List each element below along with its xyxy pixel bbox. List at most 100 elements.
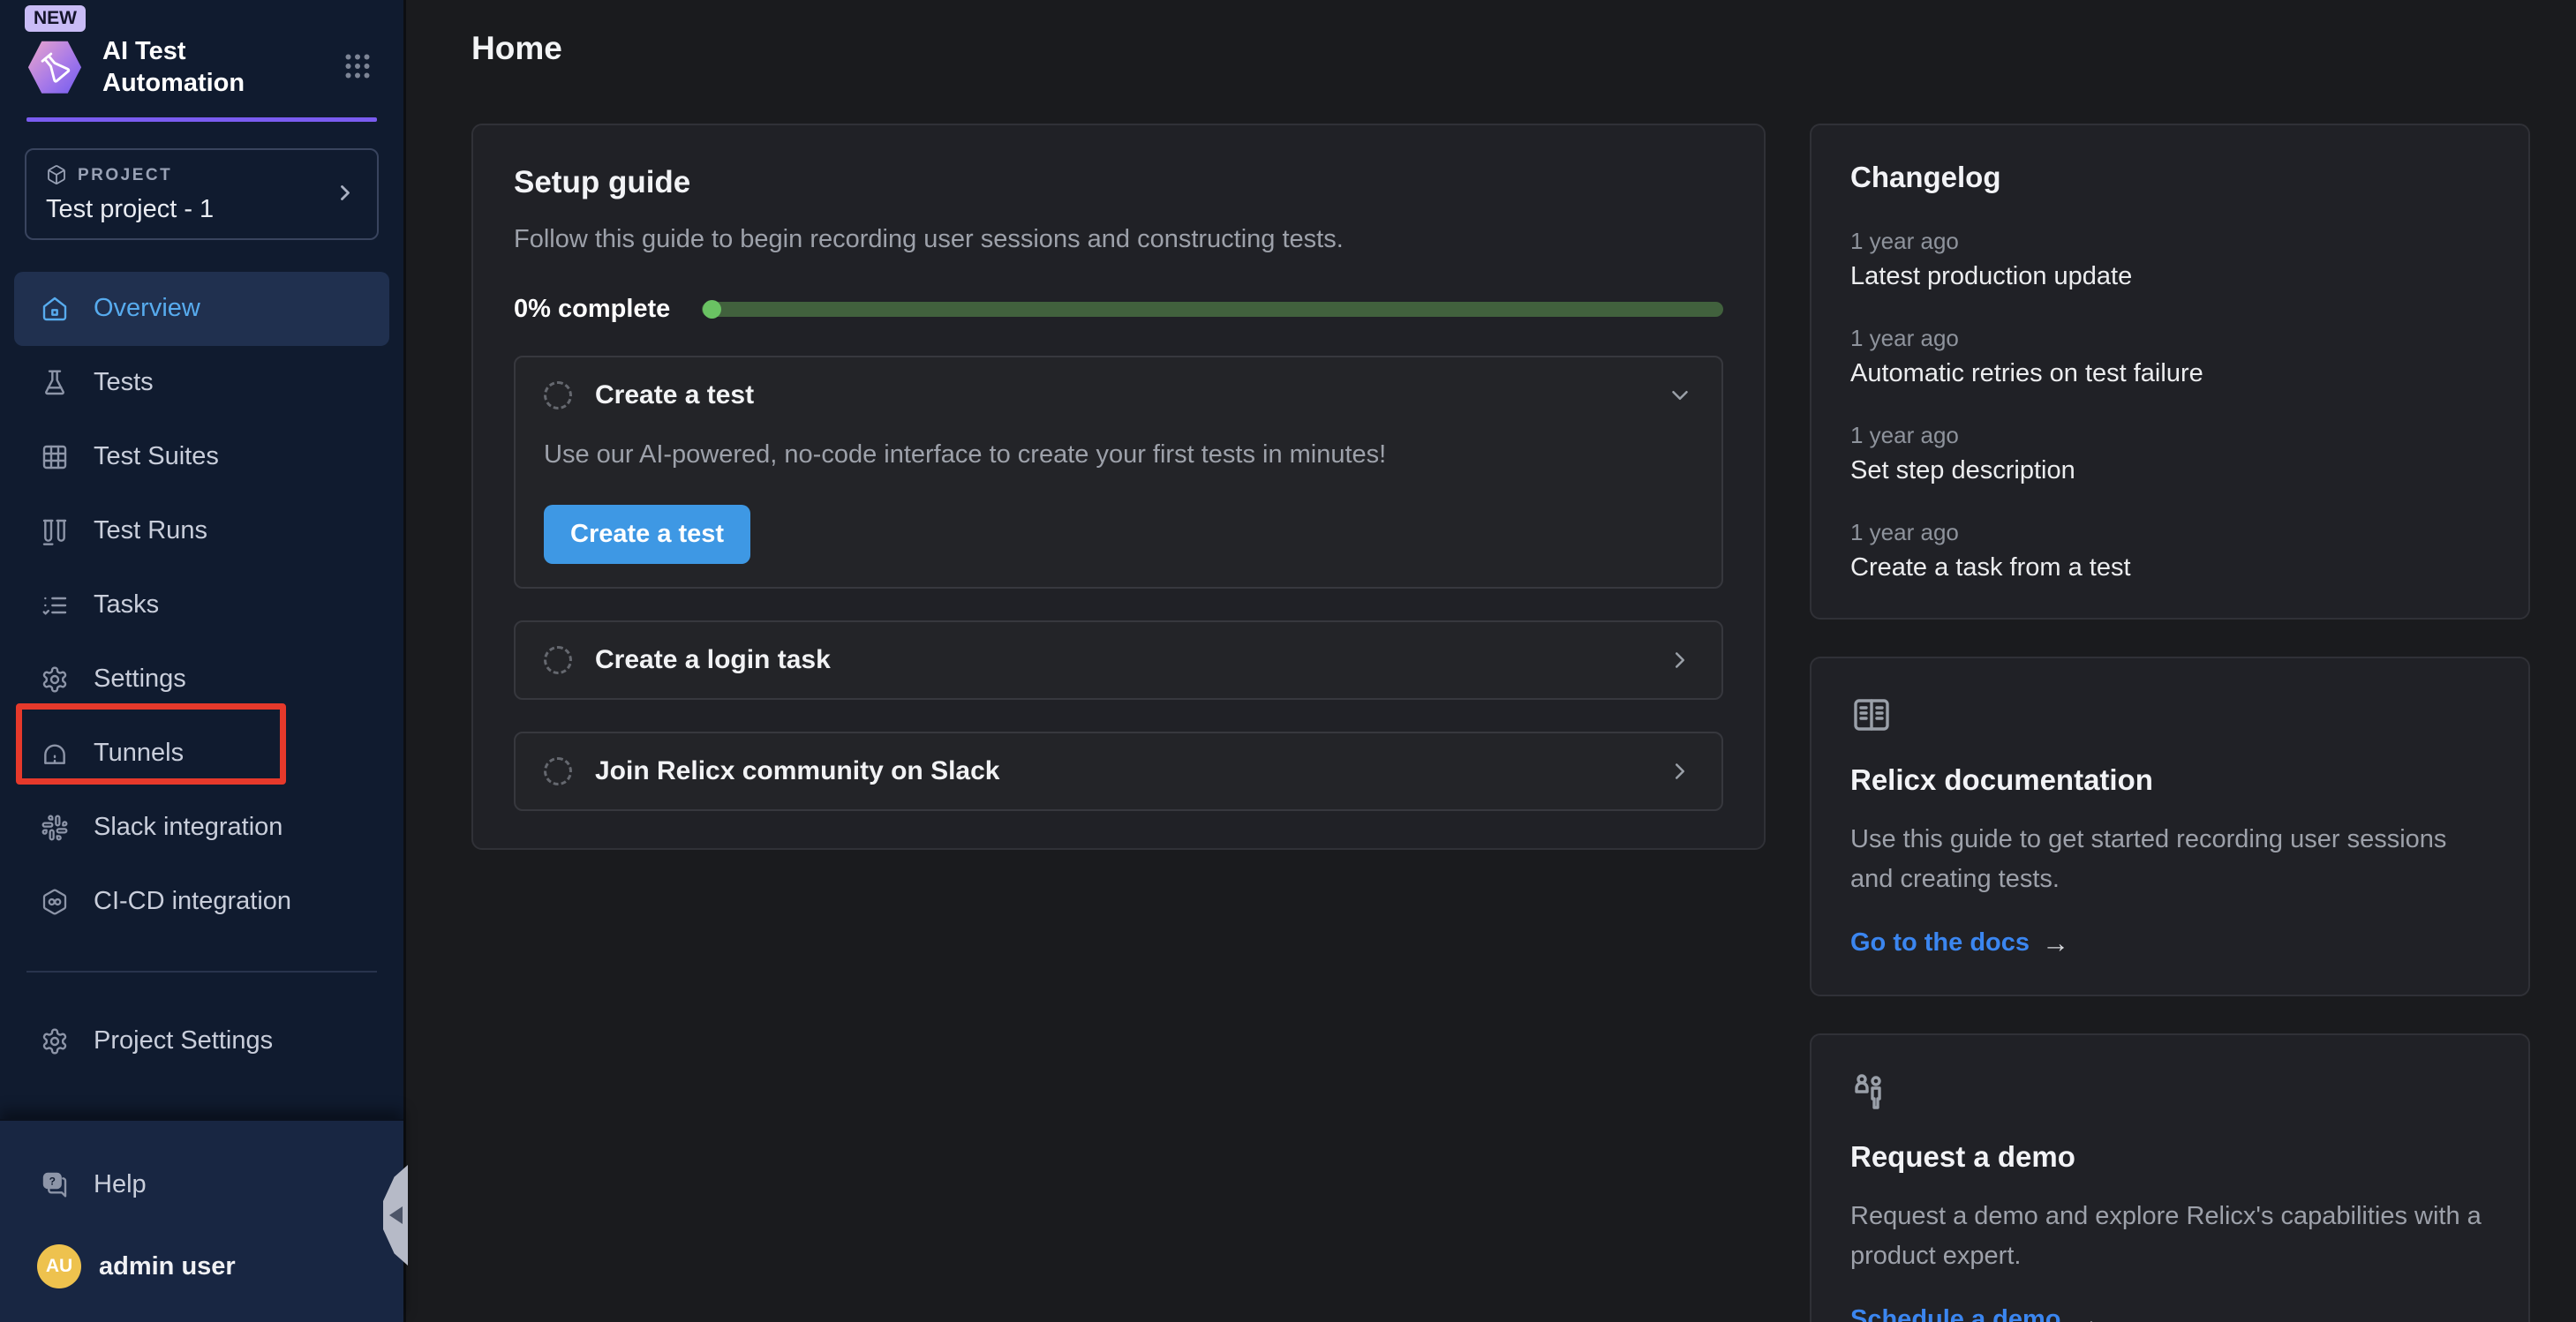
flask-icon (41, 368, 71, 398)
request-demo-card: Request a demo Request a demo and explor… (1810, 1033, 2530, 1322)
app-root: NEW AI Test Automation PROJECT Test proj… (0, 0, 2576, 1322)
entry-title: Latest production update (1850, 262, 2489, 291)
changelog-entry: 1 year ago Automatic retries on test fai… (1850, 325, 2489, 388)
arrow-right-icon: → (2074, 1304, 2101, 1322)
setup-step-create-a-test[interactable]: Create a test Use our AI-powered, no-cod… (514, 356, 1723, 589)
sidebar-item-settings[interactable]: Settings (0, 642, 403, 717)
step-description: Use our AI-powered, no-code interface to… (544, 440, 1693, 469)
book-icon (1850, 694, 2489, 740)
documentation-description: Use this guide to get started recording … (1850, 820, 2489, 899)
entry-title: Set step description (1850, 456, 2489, 485)
sidebar-item-ci-cd-integration[interactable]: CI-CD integration (0, 865, 403, 939)
sidebar-item-project-settings[interactable]: Project Settings (0, 1004, 403, 1078)
setup-step-join-slack[interactable]: Join Relicx community on Slack (514, 732, 1723, 811)
tunnel-icon (41, 739, 71, 769)
sidebar-item-label: CI-CD integration (94, 887, 291, 916)
sidebar-item-label: Overview (94, 294, 200, 323)
changelog-entry: 1 year ago Create a task from a test (1850, 519, 2489, 582)
help-chat-icon: ? (41, 1169, 71, 1199)
dashed-circle-icon (544, 381, 572, 409)
entry-title: Automatic retries on test failure (1850, 359, 2489, 388)
right-column: Changelog 1 year ago Latest production u… (1810, 124, 2530, 1322)
dashed-circle-icon (544, 757, 572, 785)
app-title: AI Test Automation (102, 35, 261, 100)
sidebar-item-test-suites[interactable]: Test Suites (0, 420, 403, 494)
chevron-right-icon (333, 180, 358, 207)
link-label: Schedule a demo (1850, 1305, 2061, 1322)
progress-knob (703, 300, 721, 319)
sidebar-footer: ? Help AU admin user (0, 1119, 403, 1322)
project-selector[interactable]: PROJECT Test project - 1 (0, 148, 403, 240)
box-icon (46, 164, 67, 188)
sidebar-item-tasks[interactable]: Tasks (0, 568, 403, 642)
create-test-button[interactable]: Create a test (544, 505, 750, 564)
project-eyebrow: PROJECT (78, 166, 172, 185)
entry-time: 1 year ago (1850, 325, 2489, 352)
sidebar-item-label: Tasks (94, 590, 159, 620)
link-label: Go to the docs (1850, 928, 2030, 958)
sidebar-item-label: Slack integration (94, 813, 282, 842)
entry-time: 1 year ago (1850, 228, 2489, 255)
setup-guide-card: Setup guide Follow this guide to begin r… (471, 124, 1766, 850)
arrow-right-icon: → (2042, 928, 2069, 959)
documentation-title: Relicx documentation (1850, 763, 2489, 797)
users-icon (1850, 1070, 2489, 1117)
sidebar-item-slack-integration[interactable]: Slack integration (0, 791, 403, 865)
setup-guide-description: Follow this guide to begin recording use… (514, 225, 1723, 254)
progress-label: 0% complete (514, 295, 670, 324)
entry-time: 1 year ago (1850, 519, 2489, 546)
main-content: Home Setup guide Follow this guide to be… (406, 0, 2576, 1322)
sidebar-item-label: Project Settings (94, 1026, 273, 1055)
sidebar-item-tests[interactable]: Tests (0, 346, 403, 420)
sidebar-item-overview[interactable]: Overview (14, 272, 389, 346)
entry-title: Create a task from a test (1850, 553, 2489, 582)
sidebar-item-label: Tests (94, 368, 154, 397)
request-demo-title: Request a demo (1850, 1140, 2489, 1174)
user-menu[interactable]: AU admin user (0, 1244, 403, 1288)
entry-time: 1 year ago (1850, 422, 2489, 449)
sidebar: NEW AI Test Automation PROJECT Test proj… (0, 0, 406, 1322)
brand-underline (26, 117, 377, 122)
chevron-down-icon (1667, 382, 1693, 409)
sidebar-nav: Overview Tests Test Suites Test Runs Tas… (0, 272, 403, 939)
setup-guide-title: Setup guide (514, 165, 1723, 200)
setup-step-create-login-task[interactable]: Create a login task (514, 620, 1723, 700)
changelog-card: Changelog 1 year ago Latest production u… (1810, 124, 2530, 620)
apps-grid-icon[interactable] (338, 47, 377, 88)
sidebar-item-label: Tunnels (94, 739, 184, 768)
test-tubes-icon (41, 516, 71, 546)
go-to-docs-link[interactable]: Go to the docs → (1850, 928, 2069, 959)
step-title: Create a test (595, 380, 754, 410)
changelog-title: Changelog (1850, 161, 2489, 194)
sidebar-item-label: Help (94, 1170, 147, 1199)
gear-icon (41, 1026, 71, 1056)
project-name: Test project - 1 (46, 195, 358, 224)
user-name: admin user (99, 1252, 236, 1281)
svg-text:?: ? (49, 1176, 56, 1188)
ci-cd-icon (41, 887, 71, 917)
changelog-entry: 1 year ago Set step description (1850, 422, 2489, 485)
chevron-right-icon (1667, 758, 1693, 785)
changelog-entry: 1 year ago Latest production update (1850, 228, 2489, 291)
collapse-arrow-icon (389, 1206, 403, 1224)
sidebar-item-tunnels[interactable]: Tunnels (0, 717, 403, 791)
chevron-right-icon (1667, 647, 1693, 673)
tasks-list-icon (41, 590, 71, 620)
request-demo-description: Request a demo and explore Relicx's capa… (1850, 1197, 2489, 1276)
step-title: Join Relicx community on Slack (595, 756, 999, 786)
sidebar-item-label: Test Suites (94, 442, 219, 471)
documentation-card: Relicx documentation Use this guide to g… (1810, 657, 2530, 996)
sidebar-item-test-runs[interactable]: Test Runs (0, 494, 403, 568)
app-logo-icon (26, 39, 83, 95)
slack-icon (41, 813, 71, 843)
new-badge: NEW (25, 5, 86, 32)
avatar: AU (37, 1244, 81, 1288)
grid-icon (41, 442, 71, 472)
schedule-demo-link[interactable]: Schedule a demo → (1850, 1304, 2101, 1322)
sidebar-item-label: Test Runs (94, 516, 207, 545)
sidebar-item-help[interactable]: ? Help (0, 1147, 403, 1221)
progress-bar (702, 302, 1723, 317)
progress-row: 0% complete (514, 295, 1723, 324)
dashed-circle-icon (544, 646, 572, 674)
gear-icon (41, 665, 71, 695)
